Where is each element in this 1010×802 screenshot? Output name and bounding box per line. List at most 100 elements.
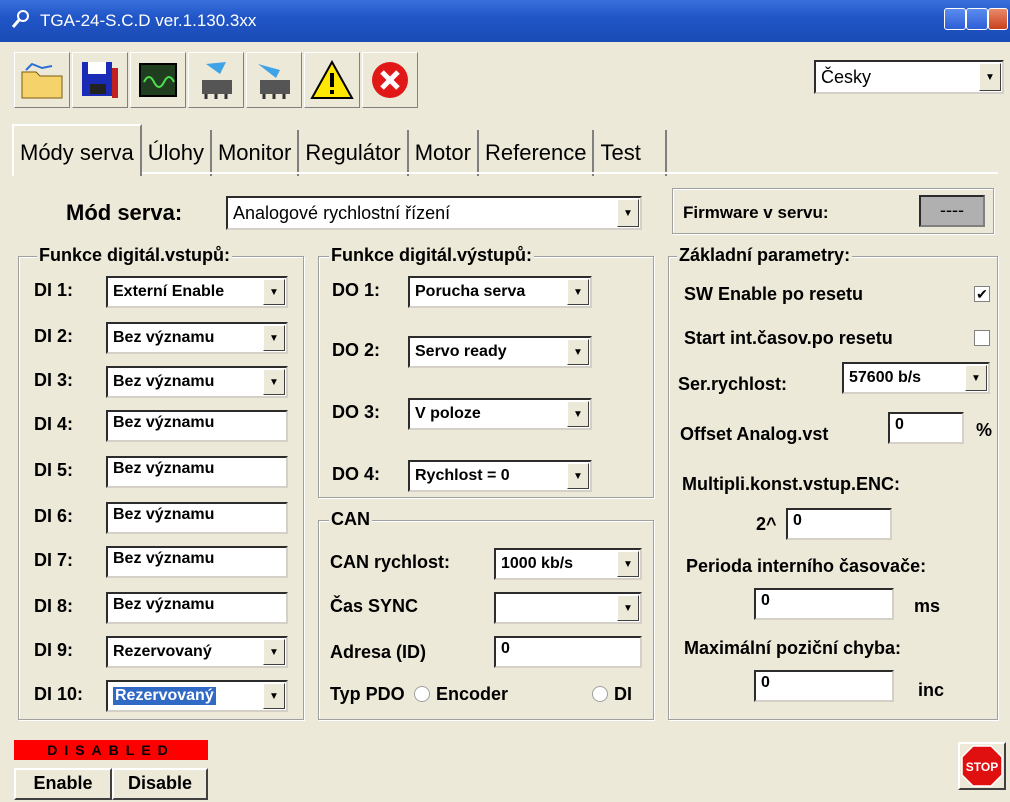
di-label: DI 6: (34, 506, 74, 526)
pdo-di-radio[interactable] (592, 686, 608, 702)
chevron-down-icon: ▼ (567, 339, 589, 365)
firmware-box: Firmware v servu: ---- (672, 188, 994, 234)
can-title: CAN (329, 509, 372, 530)
mode-select[interactable]: Analogové rychlostní řízení ▼ (226, 196, 642, 230)
chevron-down-icon: ▼ (979, 63, 1001, 91)
error-button[interactable] (362, 52, 418, 108)
title-bar: TGA-24-S.C.D ver.1.130.3xx (0, 0, 1010, 42)
do-label: DO 1: (332, 280, 381, 300)
stop-button[interactable]: STOP (958, 742, 1006, 790)
di-function-value: Bez významu (113, 460, 215, 477)
can-speed-value: 1000 kb/s (501, 555, 574, 572)
di-label: DI 10: (34, 684, 84, 704)
do-label: DO 2: (332, 340, 381, 360)
do-function-select[interactable]: V poloze ▼ (408, 398, 592, 430)
maxerr-label: Maximální poziční chyba: (684, 638, 902, 658)
digital-inputs-title: Funkce digitál.vstupů: (37, 245, 233, 266)
offset-label: Offset Analog.vst (680, 424, 829, 444)
oscilloscope-icon (139, 63, 177, 97)
open-folder-button[interactable] (14, 52, 70, 108)
chevron-down-icon: ▼ (567, 401, 589, 427)
chevron-down-icon: ▼ (617, 595, 639, 621)
maxerr-unit: inc (918, 680, 945, 700)
chevron-down-icon: ▼ (567, 279, 589, 305)
tab-divider (12, 172, 998, 174)
di-function-select[interactable]: Bez významu ▼ (106, 322, 288, 354)
sync-label: Čas SYNC (330, 596, 419, 616)
di-function-field[interactable]: Bez významu (106, 592, 288, 624)
period-input[interactable]: 0 (754, 588, 894, 620)
save-button[interactable] (72, 52, 128, 108)
can-speed-select[interactable]: 1000 kb/s ▼ (494, 548, 642, 580)
ser-speed-select[interactable]: 57600 b/s ▼ (842, 362, 990, 394)
di-function-field[interactable]: Bez významu (106, 502, 288, 534)
di-function-value: Externí Enable (113, 283, 225, 300)
multi-input[interactable]: 0 (786, 508, 892, 540)
mode-label: Mód serva: (66, 200, 183, 225)
digital-outputs-title: Funkce digitál.výstupů: (329, 245, 535, 266)
do-function-select[interactable]: Rychlost = 0 ▼ (408, 460, 592, 492)
maxerr-input[interactable]: 0 (754, 670, 894, 702)
period-unit: ms (914, 596, 941, 616)
do-function-select[interactable]: Servo ready ▼ (408, 336, 592, 368)
floppy-disk-icon (82, 62, 118, 98)
di-label: DI 1: (34, 280, 74, 300)
disable-button[interactable]: Disable (112, 768, 208, 800)
address-input[interactable]: 0 (494, 636, 642, 668)
download-button[interactable] (246, 52, 302, 108)
chip-upload-icon (202, 62, 232, 99)
minimize-button[interactable] (944, 8, 966, 30)
tab-regulator[interactable]: Regulátor (299, 130, 409, 176)
language-select[interactable]: Česky ▼ (814, 60, 1004, 94)
pdo-di-label: DI (614, 684, 632, 704)
chevron-down-icon: ▼ (263, 325, 285, 351)
di-function-value: Rezervovaný (113, 643, 212, 660)
do-function-value: V poloze (415, 405, 481, 422)
di-label: DI 5: (34, 460, 74, 480)
mode-value: Analogové rychlostní řízení (233, 202, 451, 223)
chevron-down-icon: ▼ (567, 463, 589, 489)
di-function-select[interactable]: Bez významu ▼ (106, 366, 288, 398)
pdo-type-label: Typ PDO (330, 684, 405, 704)
di-label: DI 4: (34, 414, 74, 434)
start-timer-checkbox[interactable] (974, 330, 990, 346)
monitor-button[interactable] (130, 52, 186, 108)
di-function-field[interactable]: Bez významu (106, 546, 288, 578)
ser-speed-value: 57600 b/s (849, 369, 922, 386)
di-function-select[interactable]: Rezervovaný ▼ (106, 680, 288, 712)
warning-button[interactable] (304, 52, 360, 108)
enable-button[interactable]: Enable (14, 768, 112, 800)
can-speed-label: CAN rychlost: (330, 552, 451, 572)
sw-enable-label: SW Enable po resetu (684, 284, 864, 304)
upload-button[interactable] (188, 52, 244, 108)
firmware-value: ---- (919, 195, 985, 227)
di-function-field[interactable]: Bez významu (106, 456, 288, 488)
di-function-select[interactable]: Externí Enable ▼ (106, 276, 288, 308)
offset-unit: % (976, 420, 993, 440)
di-function-select[interactable]: Rezervovaný ▼ (106, 636, 288, 668)
window-title: TGA-24-S.C.D ver.1.130.3xx (40, 11, 257, 30)
firmware-label: Firmware v servu: (683, 203, 829, 222)
maximize-button[interactable] (966, 8, 988, 30)
tab-test[interactable]: Test (594, 130, 667, 176)
sync-select[interactable]: ▼ (494, 592, 642, 624)
period-label: Perioda interního časovače: (686, 556, 927, 576)
di-function-value: Bez významu (113, 506, 215, 523)
tab-reference[interactable]: Reference (479, 130, 595, 176)
di-function-field[interactable]: Bez významu (106, 410, 288, 442)
tab-monitor[interactable]: Monitor (212, 130, 300, 176)
di-label: DI 8: (34, 596, 74, 616)
sw-enable-checkbox[interactable]: ✔ (974, 286, 990, 302)
pdo-encoder-radio[interactable] (414, 686, 430, 702)
tab-motor[interactable]: Motor (409, 130, 479, 176)
close-window-button[interactable] (988, 8, 1008, 30)
do-label: DO 4: (332, 464, 381, 484)
basic-params-title: Základní parametry: (677, 245, 853, 266)
di-function-value: Bez významu (113, 373, 215, 390)
offset-input[interactable]: 0 (888, 412, 964, 444)
do-function-select[interactable]: Porucha serva ▼ (408, 276, 592, 308)
tab-mody-serva[interactable]: Módy serva (12, 124, 142, 176)
stop-sign-icon: STOP (961, 745, 1003, 787)
tab-bar: Módy serva Úlohy Monitor Regulátor Motor… (12, 124, 667, 176)
tab-ulohy[interactable]: Úlohy (142, 130, 212, 176)
